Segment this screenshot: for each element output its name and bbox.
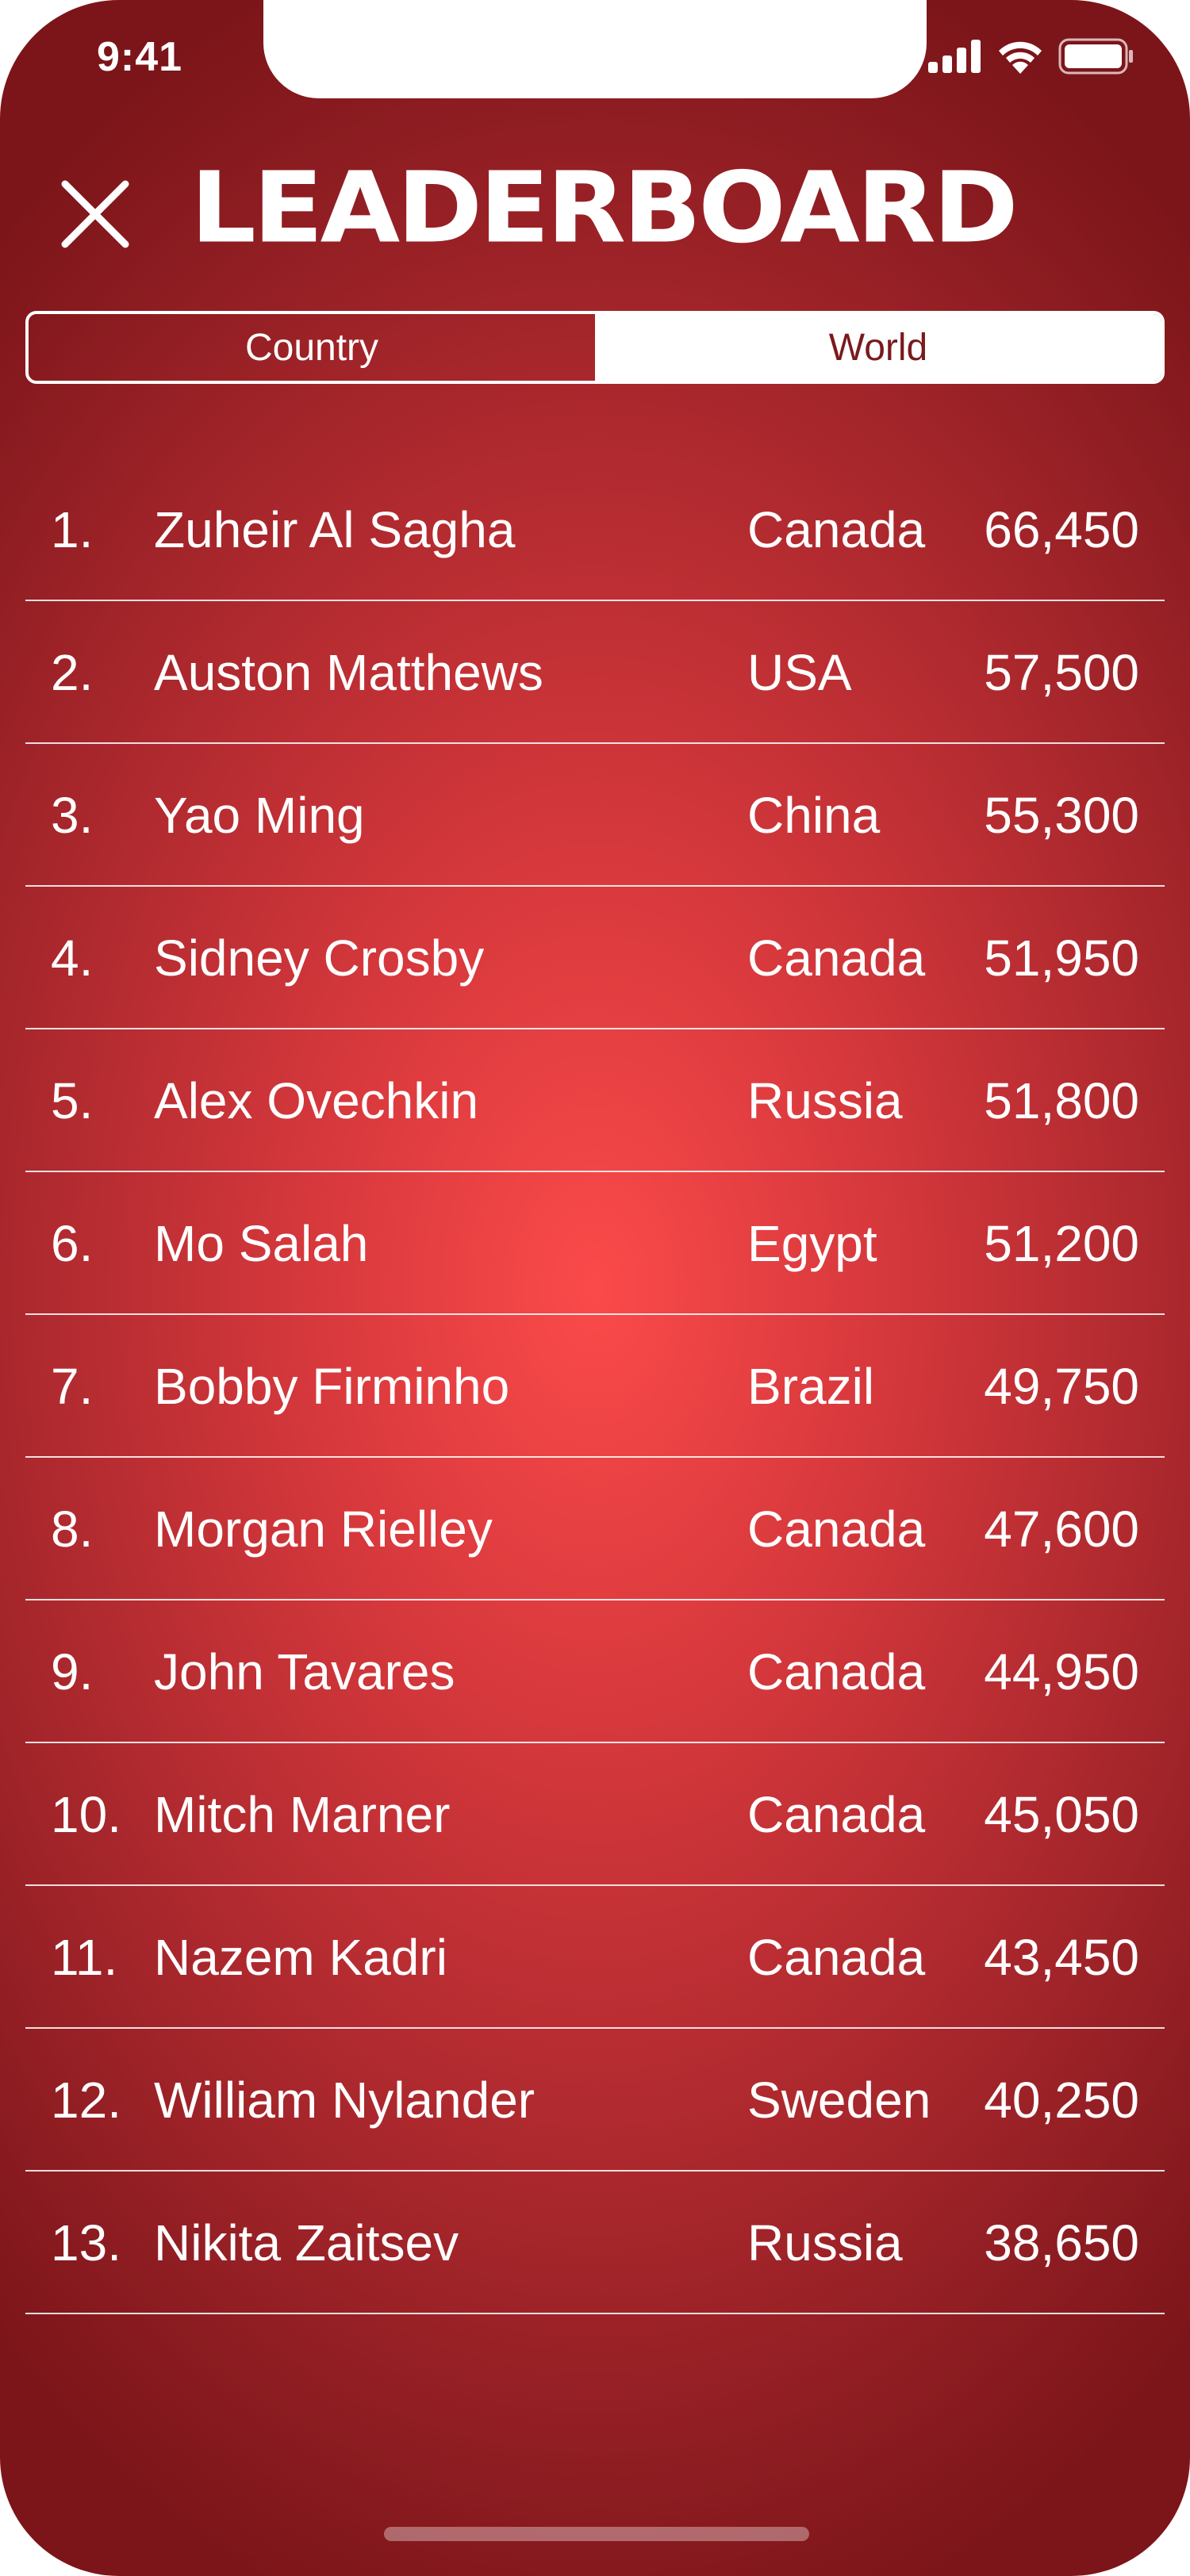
leaderboard-row[interactable]: 3. Yao Ming China 55,300 [25, 744, 1165, 887]
rank-label: 13. [51, 2214, 121, 2271]
player-score: 57,500 [984, 644, 1139, 701]
player-country: China [747, 787, 881, 844]
player-score: 51,200 [984, 1215, 1139, 1272]
rank-label: 4. [51, 930, 94, 987]
leaderboard-row[interactable]: 2. Auston Matthews USA 57,500 [25, 601, 1165, 744]
status-time: 9:41 [97, 34, 183, 80]
rank-label: 10. [51, 1786, 121, 1843]
tab-country[interactable]: Country [29, 314, 595, 381]
rank-label: 8. [51, 1501, 94, 1558]
player-name: Zuheir Al Sagha [154, 501, 516, 558]
rank-label: 11. [51, 1929, 118, 1986]
battery-icon [1058, 38, 1133, 75]
player-score: 45,050 [984, 1786, 1139, 1843]
player-score: 55,300 [984, 787, 1139, 844]
rank-label: 1. [51, 501, 94, 558]
device-notch [263, 0, 927, 98]
leaderboard-list: 1. Zuheir Al Sagha Canada 66,450 2. Aust… [25, 458, 1165, 2314]
rank-label: 7. [51, 1358, 94, 1415]
player-country: USA [747, 644, 852, 701]
app-screen: 9:41 LEADERBOARD Country World 1. Zuheir… [0, 0, 1190, 2576]
leaderboard-row[interactable]: 9. John Tavares Canada 44,950 [25, 1600, 1165, 1743]
player-name: William Nylander [154, 2072, 536, 2129]
player-score: 51,800 [984, 1072, 1139, 1129]
player-country: Canada [747, 1786, 926, 1843]
rank-label: 12. [51, 2072, 121, 2129]
player-name: Bobby Firminho [154, 1358, 510, 1415]
rank-label: 2. [51, 644, 94, 701]
player-name: Auston Matthews [154, 644, 543, 701]
rank-label: 5. [51, 1072, 94, 1129]
leaderboard-row[interactable]: 12. William Nylander Sweden 40,250 [25, 2029, 1165, 2172]
leaderboard-row[interactable]: 5. Alex Ovechkin Russia 51,800 [25, 1029, 1165, 1172]
leaderboard-row[interactable]: 13. Nikita Zaitsev Russia 38,650 [25, 2172, 1165, 2314]
page-title: LEADERBOARD [190, 150, 1019, 265]
player-country: Brazil [747, 1358, 875, 1415]
leaderboard-row[interactable]: 4. Sidney Crosby Canada 51,950 [25, 887, 1165, 1029]
rank-label: 6. [51, 1215, 94, 1272]
rank-label: 3. [51, 787, 94, 844]
player-score: 38,650 [984, 2214, 1139, 2271]
player-score: 51,950 [984, 930, 1139, 987]
player-name: Alex Ovechkin [154, 1072, 479, 1129]
leaderboard-row[interactable]: 11. Nazem Kadri Canada 43,450 [25, 1886, 1165, 2029]
player-country: Canada [747, 1929, 926, 1986]
home-indicator[interactable] [384, 2527, 809, 2541]
player-score: 40,250 [984, 2072, 1139, 2129]
player-country: Canada [747, 1501, 926, 1558]
leaderboard-row[interactable]: 10. Mitch Marner Canada 45,050 [25, 1743, 1165, 1886]
player-score: 44,950 [984, 1643, 1139, 1700]
leaderboard-row[interactable]: 8. Morgan Rielley Canada 47,600 [25, 1458, 1165, 1600]
player-country: Russia [747, 1072, 903, 1129]
leaderboard-row[interactable]: 6. Mo Salah Egypt 51,200 [25, 1172, 1165, 1315]
player-country: Egypt [747, 1215, 877, 1272]
player-name: Sidney Crosby [154, 930, 485, 987]
player-name: Yao Ming [154, 787, 365, 844]
player-country: Canada [747, 1643, 926, 1700]
player-name: Nikita Zaitsev [154, 2214, 459, 2271]
cellular-signal-icon [928, 40, 981, 73]
rank-label: 9. [51, 1643, 94, 1700]
player-name: Nazem Kadri [154, 1929, 447, 1986]
leaderboard-row[interactable]: 7. Bobby Firminho Brazil 49,750 [25, 1315, 1165, 1458]
player-country: Sweden [747, 2072, 931, 2129]
player-name: Mitch Marner [154, 1786, 451, 1843]
tab-world[interactable]: World [595, 314, 1161, 381]
close-icon[interactable] [57, 176, 133, 252]
player-name: Morgan Rielley [154, 1501, 493, 1558]
player-score: 43,450 [984, 1929, 1139, 1986]
player-score: 47,600 [984, 1501, 1139, 1558]
player-name: Mo Salah [154, 1215, 369, 1272]
player-score: 66,450 [984, 501, 1139, 558]
status-icons [928, 35, 1134, 78]
player-country: Canada [747, 501, 926, 558]
player-score: 49,750 [984, 1358, 1139, 1415]
player-country: Russia [747, 2214, 903, 2271]
player-country: Canada [747, 930, 926, 987]
leaderboard-row[interactable]: 1. Zuheir Al Sagha Canada 66,450 [25, 458, 1165, 601]
scope-segmented-control: Country World [25, 311, 1165, 384]
wifi-icon [999, 41, 1042, 74]
player-name: John Tavares [154, 1643, 455, 1700]
